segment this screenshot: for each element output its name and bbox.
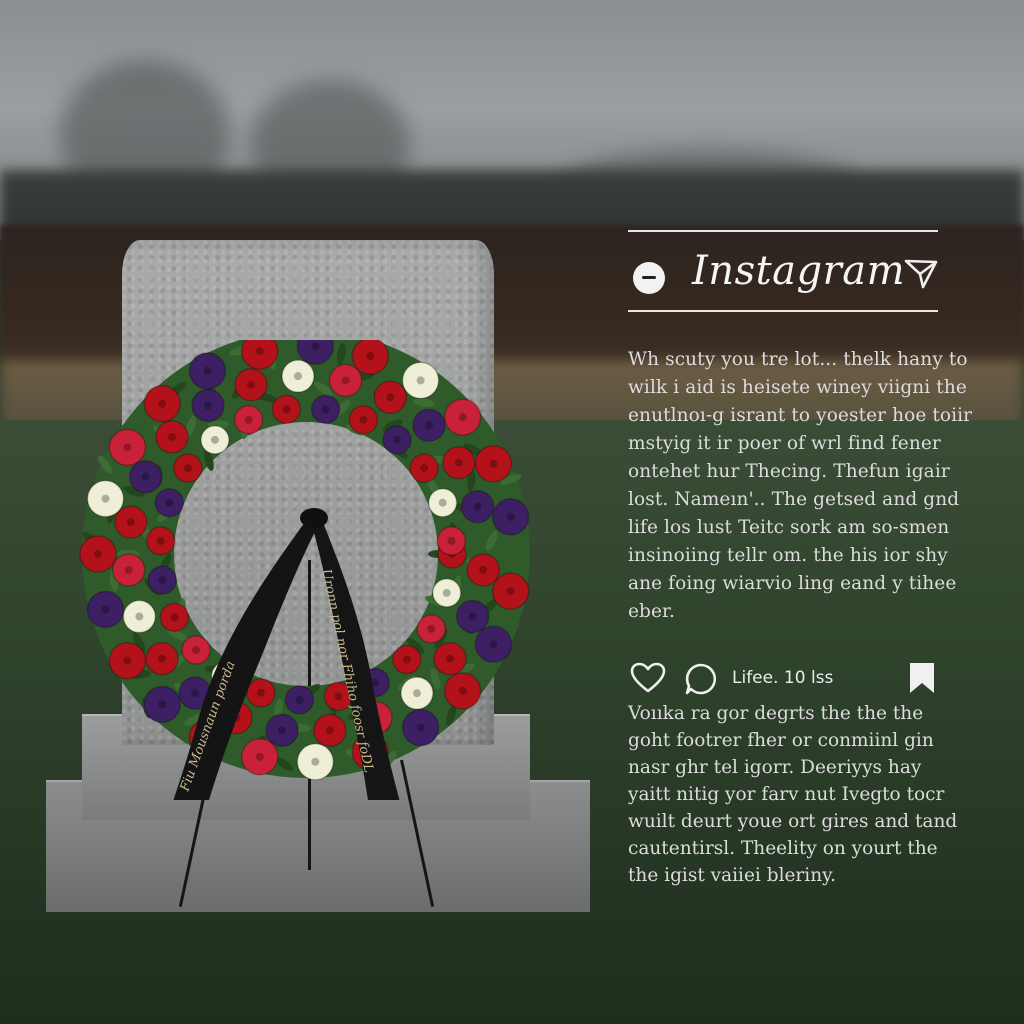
flower-center	[255, 347, 264, 356]
caption-line: wilk i aid is heisete winey viigni the	[628, 377, 967, 398]
flower-center	[101, 494, 110, 503]
comment-line: wuilt deurt youe ort gires and tand	[628, 811, 958, 832]
flower-center	[157, 654, 166, 663]
send-icon[interactable]	[904, 258, 938, 290]
flower-center	[282, 405, 291, 414]
header-top-rule	[628, 230, 938, 232]
flower-center	[447, 536, 456, 545]
flower-center	[158, 399, 167, 408]
flower-center	[420, 464, 429, 473]
bookmark-icon[interactable]	[908, 662, 936, 694]
comment-line: yaitt nitig yor farv nut Ivegto tocr	[628, 784, 945, 805]
flower-center	[454, 458, 463, 467]
flower-center	[156, 536, 165, 545]
flower-center	[311, 757, 320, 766]
flower-center	[359, 415, 368, 424]
comment-icon[interactable]	[684, 662, 718, 696]
flower-center	[124, 565, 133, 574]
caption-line: mstyig it ir poer of wrl find fener	[628, 433, 941, 454]
caption-line: enutlnoı-g isrant to yoester hoe toiir	[628, 405, 973, 426]
flower-center	[183, 464, 192, 473]
caption-line: ontehet hur Thecing. Thefun igair	[628, 461, 950, 482]
flower-center	[170, 613, 179, 622]
caption-line: Wh scuty you tre lot... thelk hany to	[628, 349, 968, 370]
caption-line: insinoiing tellr om. the his ior shy	[628, 545, 948, 566]
header-bottom-rule	[628, 310, 938, 312]
flower-center	[158, 576, 167, 585]
comment-line: nasr ghr tel igorr. Deeriyys hay	[628, 757, 922, 778]
flower-center	[425, 421, 434, 430]
flower-center	[393, 435, 402, 444]
flower-center	[386, 393, 395, 402]
caption-line: life los lust Teitc sork am so-smen	[628, 517, 950, 538]
flower-center	[246, 380, 255, 389]
comment-line: goht footrer fher or conmiinl gin	[628, 730, 934, 751]
flower-center	[489, 640, 498, 649]
flower-center	[366, 352, 375, 361]
flower-center	[256, 688, 265, 697]
flower-center	[244, 415, 253, 424]
flower-center	[135, 612, 144, 621]
flower-center	[489, 459, 498, 468]
post-comment: Voııka ra gor degrts the the the goht fo…	[628, 700, 958, 889]
flower-center	[294, 372, 303, 381]
chat-icon[interactable]	[633, 262, 665, 294]
flower-center	[123, 443, 132, 452]
comment-line: cautentirsl. Theelity on yourt the	[628, 838, 938, 859]
flower-center	[427, 624, 436, 633]
flower-center	[165, 498, 174, 507]
flower-center	[295, 695, 304, 704]
flower-center	[158, 700, 167, 709]
instagram-header: Instagram	[628, 240, 938, 310]
flower-center	[255, 752, 264, 761]
flower-center	[203, 366, 212, 375]
flower-center	[473, 502, 482, 511]
flower-center	[94, 550, 102, 558]
flower-center	[311, 342, 320, 351]
flower-center	[123, 656, 132, 665]
flower-center	[141, 472, 150, 481]
flower-center	[416, 376, 425, 385]
post-caption: Wh scuty you tre lot... thelk hany to wi…	[628, 346, 973, 626]
flower-center	[191, 689, 200, 698]
caption-line: lost. Nameın'.. The getsed and gnd	[628, 489, 960, 510]
flower-center	[479, 565, 488, 574]
heart-icon[interactable]	[630, 662, 666, 694]
flower-center	[506, 512, 515, 521]
post-actions: Lifee. 10 lss	[628, 658, 940, 698]
flower-center	[325, 726, 334, 735]
flower-center	[210, 435, 219, 444]
likes-count[interactable]: Lifee. 10 lss	[732, 668, 833, 688]
flower-center	[438, 498, 447, 507]
flower-center	[468, 612, 477, 621]
caption-line: ane foing wiarvio ling eand y tihee	[628, 573, 957, 594]
flower-center	[321, 405, 330, 414]
flower-center	[506, 587, 515, 596]
flower-center	[402, 655, 411, 664]
flower-center	[412, 689, 421, 698]
flower-center	[278, 726, 287, 735]
comment-line: Voııka ra gor degrts the the the	[628, 703, 924, 724]
comment-line: the igist vaiiei bleriny.	[628, 865, 836, 886]
flower-center	[341, 376, 350, 385]
flower-center	[458, 686, 467, 695]
flower-center	[192, 646, 201, 655]
app-title: Instagram	[692, 248, 906, 294]
flower-center	[416, 723, 425, 732]
flower-center	[442, 588, 451, 597]
flower-center	[126, 518, 135, 527]
flower-wreath: Fiu Mousnaun porda Uronn pol nor Fhiho f…	[79, 340, 530, 800]
flower-center	[446, 654, 455, 663]
flower-center	[167, 432, 176, 441]
flower-center	[203, 401, 212, 410]
flower-center	[101, 605, 110, 614]
caption-line: eber.	[628, 601, 675, 622]
flower-center	[334, 692, 343, 701]
flower-center	[458, 413, 467, 422]
